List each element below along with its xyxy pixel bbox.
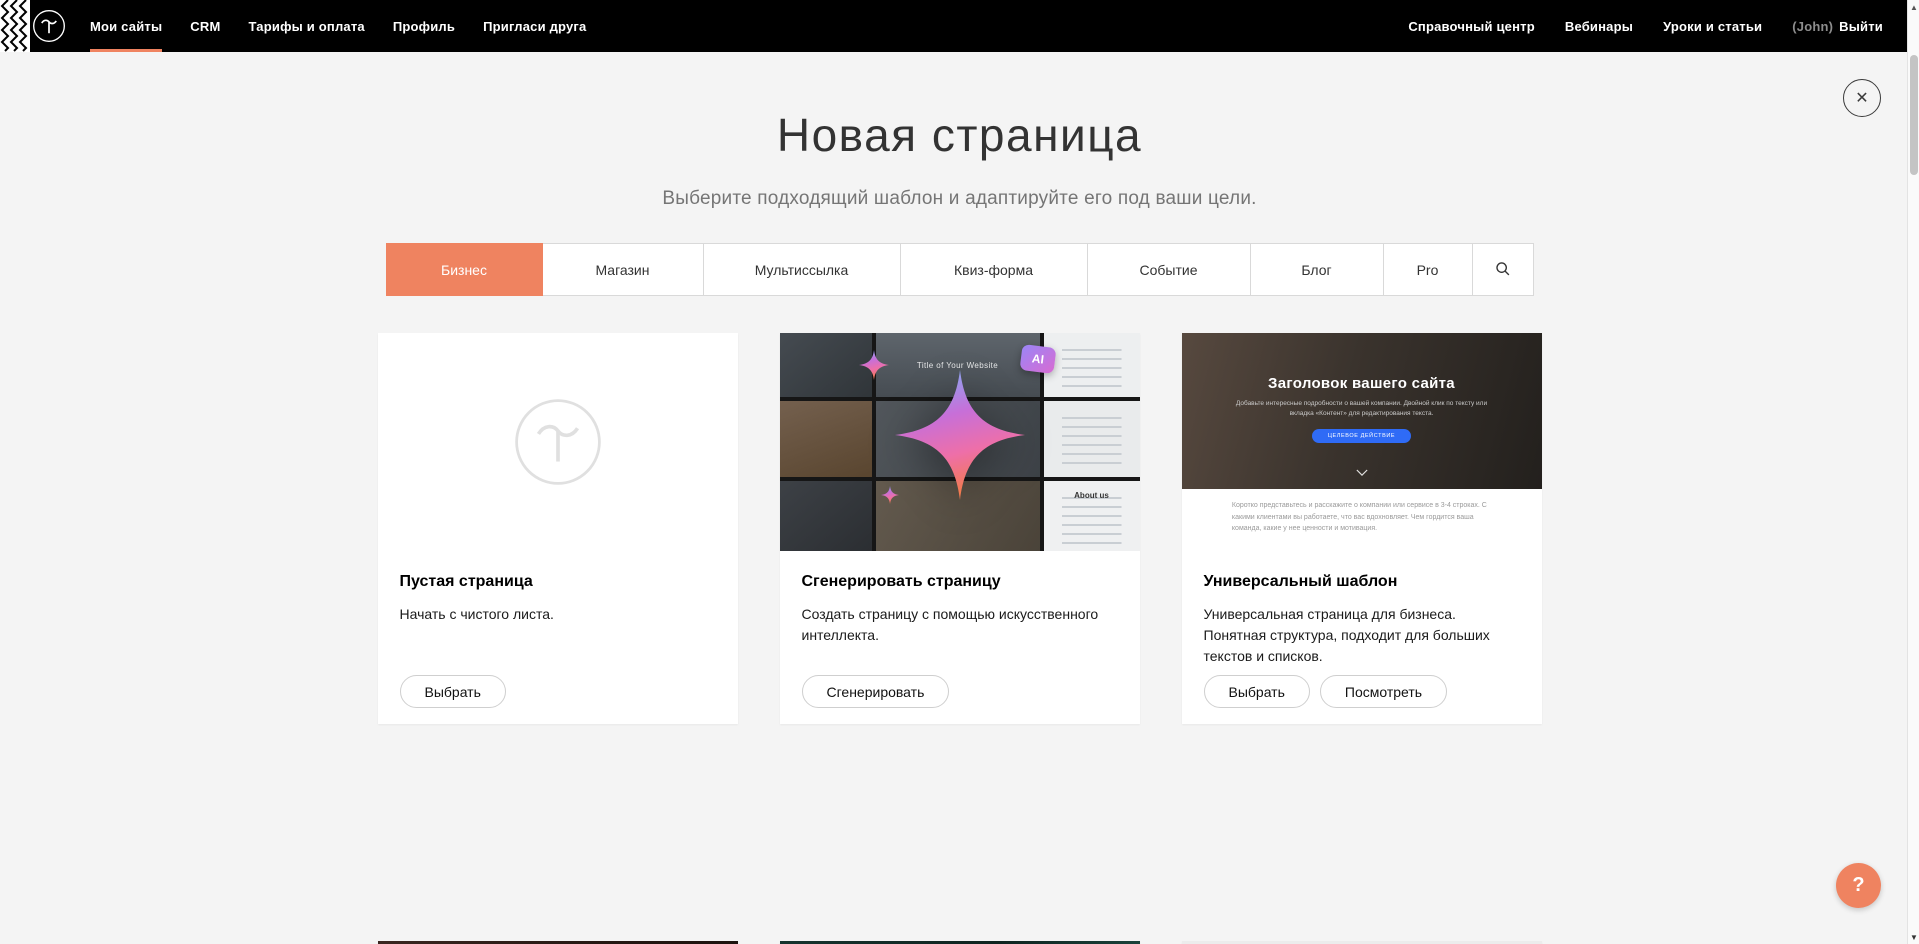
tilda-watermark-icon — [512, 396, 604, 488]
card-description: Начать с чистого листа. — [400, 604, 716, 625]
card-actions: Сгенерировать — [802, 675, 1118, 708]
template-hero-title: Заголовок вашего сайта — [1268, 375, 1455, 392]
universal-template-preview: Заголовок вашего сайта Добавьте интересн… — [1182, 333, 1542, 551]
ai-small-star-icon — [881, 486, 899, 504]
preview-button[interactable]: Посмотреть — [1320, 675, 1447, 708]
close-button[interactable]: ✕ — [1843, 79, 1881, 117]
card-actions: Выбрать — [400, 675, 716, 708]
top-navbar: Мои сайты CRM Тарифы и оплата Профиль Пр… — [0, 0, 1919, 52]
scroll-down-icon[interactable]: ▼ — [1908, 930, 1919, 944]
page-title: Новая страница — [0, 108, 1919, 162]
nav-webinars[interactable]: Вебинары — [1565, 0, 1633, 52]
tab-quiz-form[interactable]: Квиз-форма — [900, 243, 1088, 296]
tilda-logo[interactable] — [32, 0, 66, 52]
user-name: (John) — [1792, 19, 1833, 34]
tab-search[interactable] — [1472, 243, 1534, 296]
ai-sparkle-group: AI — [895, 370, 1025, 500]
nav-crm[interactable]: CRM — [190, 0, 220, 52]
tab-pro[interactable]: Pro — [1383, 243, 1473, 296]
template-body-text: Коротко представьтесь и расскажите о ком… — [1232, 500, 1491, 551]
mosaic-tile — [780, 401, 872, 477]
logout-link[interactable]: (John) Выйти — [1792, 0, 1883, 52]
nav-profile[interactable]: Профиль — [393, 0, 455, 52]
tab-blog[interactable]: Блог — [1250, 243, 1384, 296]
tab-event[interactable]: Событие — [1087, 243, 1251, 296]
new-page-dialog: ✕ Новая страница Выберите подходящий шаб… — [0, 108, 1919, 944]
page-subtitle: Выберите подходящий шаблон и адаптируйте… — [0, 188, 1919, 210]
card-title: Сгенерировать страницу — [802, 573, 1118, 591]
template-grid: Пустая страница Начать с чистого листа. … — [378, 333, 1542, 944]
ai-badge: AI — [1019, 344, 1056, 374]
card-title: Универсальный шаблон — [1204, 573, 1520, 591]
tab-business[interactable]: Бизнес — [386, 243, 543, 296]
card-description: Универсальная страница для бизнеса. Поня… — [1204, 604, 1520, 667]
main-menu: Мои сайты CRM Тарифы и оплата Профиль Пр… — [90, 0, 586, 52]
secondary-menu: Справочный центр Вебинары Уроки и статьи… — [1408, 0, 1919, 52]
card-blank-page[interactable]: Пустая страница Начать с чистого листа. … — [378, 333, 738, 724]
ai-small-star-icon — [859, 350, 889, 380]
card-body: Пустая страница Начать с чистого листа. … — [378, 551, 738, 724]
card-body: Сгенерировать страницу Создать страницу … — [780, 551, 1140, 724]
close-icon: ✕ — [1855, 88, 1868, 108]
blank-page-preview — [378, 333, 738, 551]
generate-button[interactable]: Сгенерировать — [802, 675, 950, 708]
nav-help-center[interactable]: Справочный центр — [1408, 0, 1535, 52]
template-hero-subtitle: Добавьте интересные подробности о вашей … — [1225, 399, 1499, 420]
mosaic-tile — [780, 481, 872, 551]
tile-about-text: About us — [1044, 491, 1140, 500]
scrollbar-thumb[interactable] — [1910, 55, 1918, 175]
card-actions: Выбрать Посмотреть — [1204, 675, 1520, 708]
card-description: Создать страницу с помощью искусственног… — [802, 604, 1118, 646]
help-button[interactable]: ? — [1836, 863, 1881, 908]
logout-label: Выйти — [1839, 19, 1883, 34]
scroll-up-icon[interactable]: ▲ — [1908, 0, 1919, 14]
choose-button[interactable]: Выбрать — [400, 675, 506, 708]
tab-shop[interactable]: Магазин — [542, 243, 704, 296]
ai-generate-preview: Title of Your Website About us — [780, 333, 1140, 551]
nav-tariffs[interactable]: Тарифы и оплата — [248, 0, 364, 52]
template-cta-button: Целевое действие — [1312, 429, 1411, 443]
template-body: Коротко представьтесь и расскажите о ком… — [1182, 489, 1542, 551]
mosaic-tile-about: About us — [1044, 481, 1140, 551]
nav-invite-friend[interactable]: Пригласи друга — [483, 0, 586, 52]
mosaic-tile — [1044, 401, 1140, 477]
card-universal-template[interactable]: Заголовок вашего сайта Добавьте интересн… — [1182, 333, 1542, 724]
chevron-down-icon — [1356, 464, 1368, 482]
vertical-scrollbar[interactable]: ▲ ▼ — [1907, 0, 1919, 944]
card-title: Пустая страница — [400, 573, 716, 591]
search-icon — [1494, 260, 1511, 280]
nav-my-sites[interactable]: Мои сайты — [90, 0, 162, 52]
nav-lessons[interactable]: Уроки и статьи — [1663, 0, 1762, 52]
card-generate-page[interactable]: Title of Your Website About us — [780, 333, 1140, 724]
mosaic-tile — [1044, 333, 1140, 397]
zigzag-decoration — [0, 0, 30, 52]
tab-multilink[interactable]: Мультиссылка — [703, 243, 901, 296]
question-icon: ? — [1852, 874, 1864, 897]
choose-button[interactable]: Выбрать — [1204, 675, 1310, 708]
ai-star-icon — [895, 370, 1025, 500]
card-body: Универсальный шаблон Универсальная стран… — [1182, 551, 1542, 724]
template-category-tabs: Бизнес Магазин Мультиссылка Квиз-форма С… — [386, 243, 1534, 296]
template-hero: Заголовок вашего сайта Добавьте интересн… — [1182, 333, 1542, 489]
